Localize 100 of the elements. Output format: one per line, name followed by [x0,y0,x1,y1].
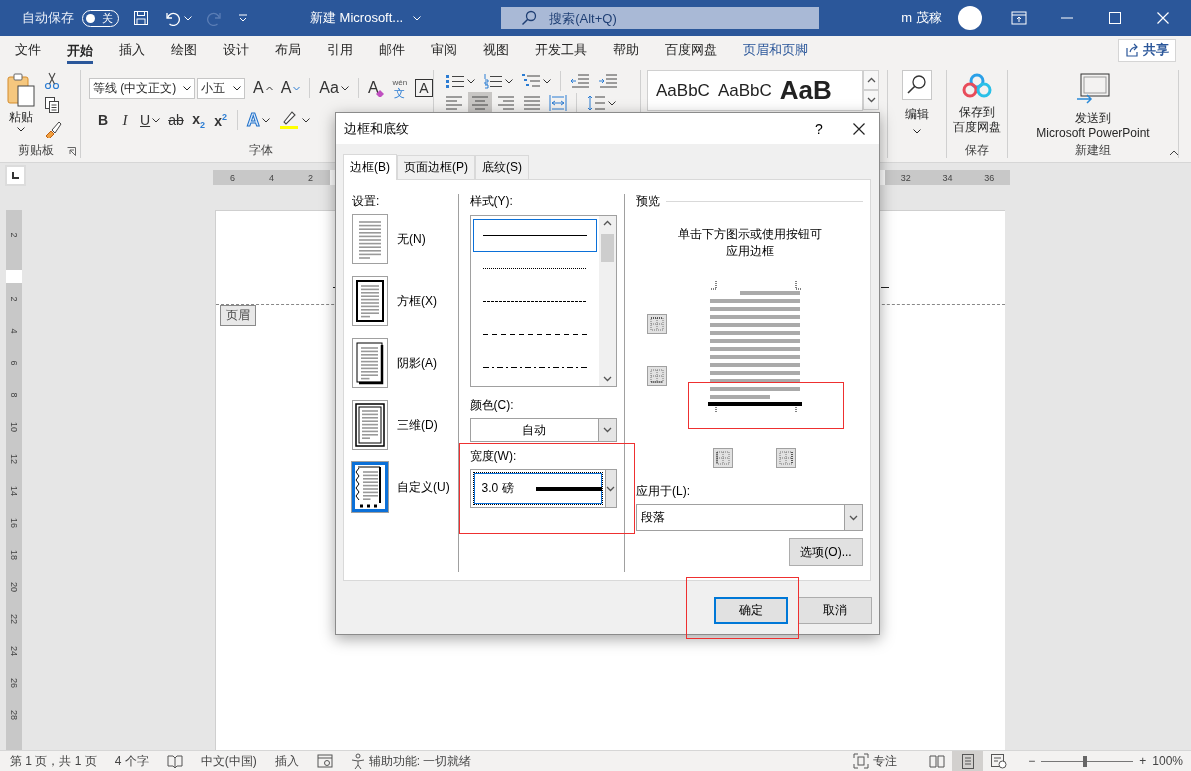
scroll-up-button[interactable] [863,70,879,90]
ribbon-tab[interactable]: 百度网盘 [652,36,730,64]
character-border-button[interactable]: A [412,77,436,99]
status-text[interactable]: 插入 [274,752,299,770]
font-name-dropdown[interactable]: 等线 (中文正文) [89,77,195,99]
setting-preset-button[interactable] [352,462,388,512]
shrink-font-button[interactable]: A [277,77,304,99]
ribbon-tab[interactable]: 邮件 [366,36,418,64]
ruler-number: 8 [9,392,19,398]
view-button[interactable] [952,750,984,771]
ribbon-tab[interactable]: 开发工具 [522,36,600,64]
editing-button[interactable]: 编辑 [902,70,932,158]
ribbon-tab[interactable]: 插入 [106,36,158,64]
underline-button[interactable]: U [137,109,164,131]
zoom-level[interactable]: 100% [1152,754,1183,768]
subscript-button[interactable]: x$_{2}$ [188,109,209,131]
clear-formatting-button[interactable]: A [364,77,388,99]
dialog-tab[interactable]: 边框(B) [343,154,397,180]
setting-preset-button[interactable] [352,276,388,326]
left-border-button[interactable] [713,448,733,468]
top-border-button[interactable] [647,314,667,334]
caret-icon[interactable] [184,15,192,21]
zoom-in-button[interactable]: + [1139,754,1147,768]
ribbon-tab[interactable]: 视图 [470,36,522,64]
bottom-border-button[interactable] [647,366,667,386]
group-label: 字体 [248,142,274,158]
dialog-launcher-icon[interactable] [67,147,76,156]
accessibility-status[interactable]: 辅助功能: 一切就绪 [350,752,472,770]
macro-recorder-icon[interactable] [316,754,333,768]
grow-font-button[interactable]: A [250,77,276,99]
cut-icon[interactable] [44,72,60,90]
focus-mode-button[interactable]: 专注 [853,752,898,770]
ribbon-display-icon[interactable] [1010,11,1027,25]
save-icon[interactable] [133,10,149,26]
scroll-down-button[interactable] [863,90,879,110]
options-button[interactable]: 选项(O)... [789,538,863,566]
distribute-button[interactable] [546,92,570,114]
undo-icon[interactable] [163,10,181,26]
paste-button[interactable]: 粘贴 [6,70,36,142]
ribbon-tab[interactable]: 页眉和页脚 [730,36,821,64]
cancel-button[interactable]: 取消 [798,597,872,624]
send-to-powerpoint-button[interactable]: 发送到 Microsoft PowerPoint [1036,70,1150,142]
ribbon-tab[interactable]: 布局 [262,36,314,64]
increase-indent-icon [598,73,618,89]
style-preview[interactable]: AaB [779,75,832,106]
ruler-number: 32 [900,172,911,183]
ok-button[interactable]: 确定 [714,597,788,624]
dialog-tab[interactable]: 页面边框(P) [397,155,475,179]
font-size-dropdown[interactable]: 小五 [197,77,245,99]
help-button[interactable]: ? [809,120,829,137]
apply-to-dropdown[interactable]: 段落 [636,504,863,531]
copy-icon[interactable] [44,96,60,114]
collapse-ribbon-icon[interactable] [1169,150,1179,156]
search-field[interactable]: 搜索(Alt+Q) [501,7,820,29]
zoom-out-button[interactable]: − [1028,754,1036,768]
change-case-button[interactable]: Aa [316,77,352,99]
customize-toolbar-icon[interactable] [238,13,248,23]
share-button[interactable]: 共享 [1118,38,1176,62]
book-icon[interactable] [166,754,183,768]
caret-icon [606,485,616,492]
tab-selector[interactable] [5,165,26,186]
zoom-slider-thumb[interactable] [1082,755,1087,767]
search-icon [521,10,538,26]
maximize-icon[interactable] [1108,12,1121,24]
bold-button[interactable]: B [93,109,113,131]
document-title[interactable]: 新建 Microsoft... [310,9,422,27]
right-border-button[interactable] [776,448,796,468]
setting-preset-button[interactable] [352,400,388,450]
ribbon-tab[interactable]: 设计 [210,36,262,64]
line-style-list[interactable] [469,215,617,387]
color-dropdown[interactable]: 自动 [469,418,617,442]
style-preview[interactable]: AaBbC [656,80,710,101]
justify-icon [523,95,541,111]
scrollbar[interactable] [598,216,616,386]
width-dropdown[interactable]: 3.0 磅 [469,469,617,508]
ruler-number: 24 [9,646,19,656]
ribbon-tab[interactable]: 帮助 [600,36,652,64]
style-preview[interactable]: AaBbC [717,80,772,101]
italic-button[interactable]: I [115,109,135,131]
strikethrough-button[interactable]: ab [165,109,187,131]
center-button[interactable] [468,92,492,114]
superscript-button[interactable]: x$^{2}$ [210,109,231,131]
dialog-tab[interactable]: 底纹(S) [475,155,529,179]
line-style-option[interactable] [472,219,597,252]
status-text[interactable]: 4 个字 [114,752,149,770]
phonetic-guide-button[interactable]: wén 文 [389,77,411,99]
avatar[interactable] [957,6,982,30]
setting-label: 三维(D) [397,416,438,434]
ribbon-tab[interactable]: 绘图 [158,36,210,64]
status-text[interactable]: 第 1 页，共 1 页 [10,752,97,770]
close-icon[interactable] [853,122,865,135]
scrollbar-thumb[interactable] [600,234,614,262]
save-to-cloud-button[interactable]: 保存到 百度网盘 [953,70,1001,142]
ribbon-tab[interactable]: 文件 [2,36,54,64]
ribbon-tab[interactable]: 引用 [314,36,366,64]
user-name[interactable]: m 茂稼 [901,9,942,27]
setting-preset-button[interactable] [352,338,388,388]
ribbon-tab[interactable]: 审阅 [418,36,470,64]
format-painter-icon[interactable] [44,120,62,138]
status-text[interactable]: 中文(中国) [200,752,257,770]
